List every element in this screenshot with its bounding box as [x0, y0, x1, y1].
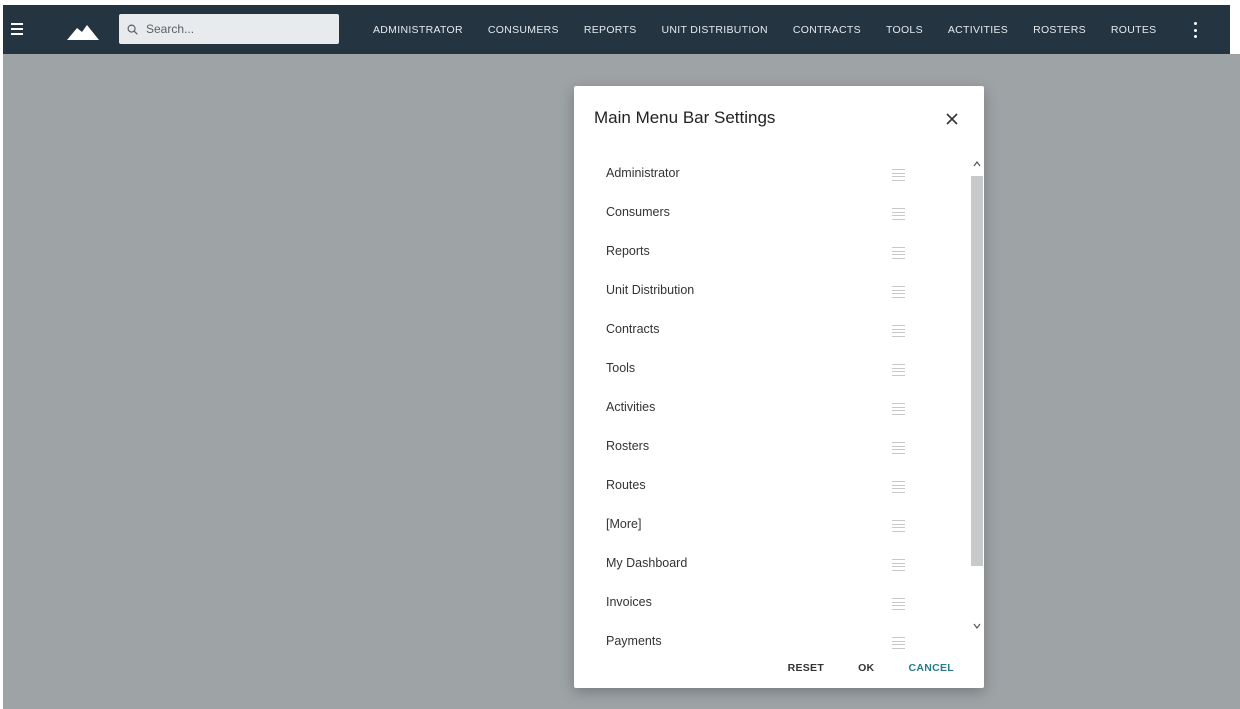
menu-item-label: Rosters	[606, 439, 650, 453]
drag-handle-icon[interactable]	[892, 442, 905, 454]
nav-item-activities[interactable]: ACTIVITIES	[948, 24, 1008, 36]
drag-handle-icon[interactable]	[892, 325, 905, 337]
menu-item-label: Routes	[606, 478, 646, 492]
menu-item-row[interactable]: Tools	[574, 351, 969, 390]
menu-bar-settings-dialog: Main Menu Bar Settings Administrator Cons…	[574, 86, 984, 688]
search-box[interactable]	[119, 14, 339, 44]
ok-button[interactable]: OK	[858, 662, 874, 674]
drag-handle-icon[interactable]	[892, 208, 905, 220]
search-input[interactable]	[144, 21, 328, 37]
menu-item-row[interactable]: My Dashboard	[574, 546, 969, 585]
menu-item-row[interactable]: Activities	[574, 390, 969, 429]
menu-item-label: Contracts	[606, 322, 660, 336]
mountain-logo-icon[interactable]	[65, 22, 101, 40]
more-vert-icon[interactable]	[1193, 22, 1197, 38]
drag-handle-icon[interactable]	[892, 286, 905, 298]
menu-item-label: Payments	[606, 634, 662, 648]
drag-handle-icon[interactable]	[892, 364, 905, 376]
drag-handle-icon[interactable]	[892, 481, 905, 493]
menu-item-row[interactable]: Contracts	[574, 312, 969, 351]
menu-item-row[interactable]: Consumers	[574, 195, 969, 234]
reset-button[interactable]: RESET	[788, 662, 825, 674]
dialog-title: Main Menu Bar Settings	[594, 108, 776, 127]
drag-handle-icon[interactable]	[892, 247, 905, 259]
menu-item-row[interactable]: Administrator	[574, 156, 969, 195]
menu-item-label: Unit Distribution	[606, 283, 695, 297]
menu-item-row[interactable]: Payments	[574, 624, 969, 658]
drag-handle-icon[interactable]	[892, 598, 905, 610]
nav-item-unit-distribution[interactable]: UNIT DISTRIBUTION	[662, 24, 768, 36]
nav-item-consumers[interactable]: CONSUMERS	[488, 24, 559, 36]
close-icon[interactable]	[943, 110, 961, 128]
menu-item-row[interactable]: Routes	[574, 468, 969, 507]
drag-handle-icon[interactable]	[892, 637, 905, 649]
cancel-button[interactable]: CANCEL	[908, 662, 954, 674]
scroll-down-arrow-icon[interactable]	[972, 621, 982, 631]
menu-item-label: My Dashboard	[606, 556, 688, 570]
drag-handle-icon[interactable]	[892, 403, 905, 415]
menu-item-row[interactable]: Invoices	[574, 585, 969, 624]
list-scrollbar[interactable]	[971, 151, 983, 639]
nav-item-contracts[interactable]: CONTRACTS	[793, 24, 861, 36]
menu-item-row[interactable]: Unit Distribution	[574, 273, 969, 312]
nav-item-administrator[interactable]: ADMINISTRATOR	[373, 24, 463, 36]
menu-item-label: Tools	[606, 361, 636, 375]
menu-item-label: Reports	[606, 244, 650, 258]
nav-item-reports[interactable]: REPORTS	[584, 24, 637, 36]
scroll-thumb[interactable]	[971, 176, 983, 566]
dialog-actions: RESET OK CANCEL	[754, 662, 954, 674]
menu-item-label: Invoices	[606, 595, 652, 609]
menu-item-list: Administrator Consumers Reports Unit Distri…	[574, 156, 969, 658]
menu-item-label: [More]	[606, 517, 642, 531]
nav-item-rosters[interactable]: ROSTERS	[1033, 24, 1086, 36]
nav-item-tools[interactable]: TOOLS	[886, 24, 923, 36]
drag-handle-icon[interactable]	[892, 559, 905, 571]
menu-item-row[interactable]: Rosters	[574, 429, 969, 468]
menu-item-row[interactable]: [More]	[574, 507, 969, 546]
menu-item-row[interactable]: Reports	[574, 234, 969, 273]
search-icon	[127, 24, 138, 35]
drag-handle-icon[interactable]	[892, 520, 905, 532]
menu-item-label: Activities	[606, 400, 656, 414]
hamburger-menu-icon[interactable]	[11, 23, 23, 35]
main-nav: ADMINISTRATOR CONSUMERS REPORTS UNIT DISTRI…	[373, 5, 1181, 54]
nav-item-routes[interactable]: ROUTES	[1111, 24, 1157, 36]
top-navigation-bar: ADMINISTRATOR CONSUMERS REPORTS UNIT DISTRI…	[3, 5, 1230, 54]
drag-handle-icon[interactable]	[892, 169, 905, 181]
menu-item-label: Consumers	[606, 205, 670, 219]
menu-item-label: Administrator	[606, 166, 680, 180]
scroll-up-arrow-icon[interactable]	[972, 159, 982, 169]
